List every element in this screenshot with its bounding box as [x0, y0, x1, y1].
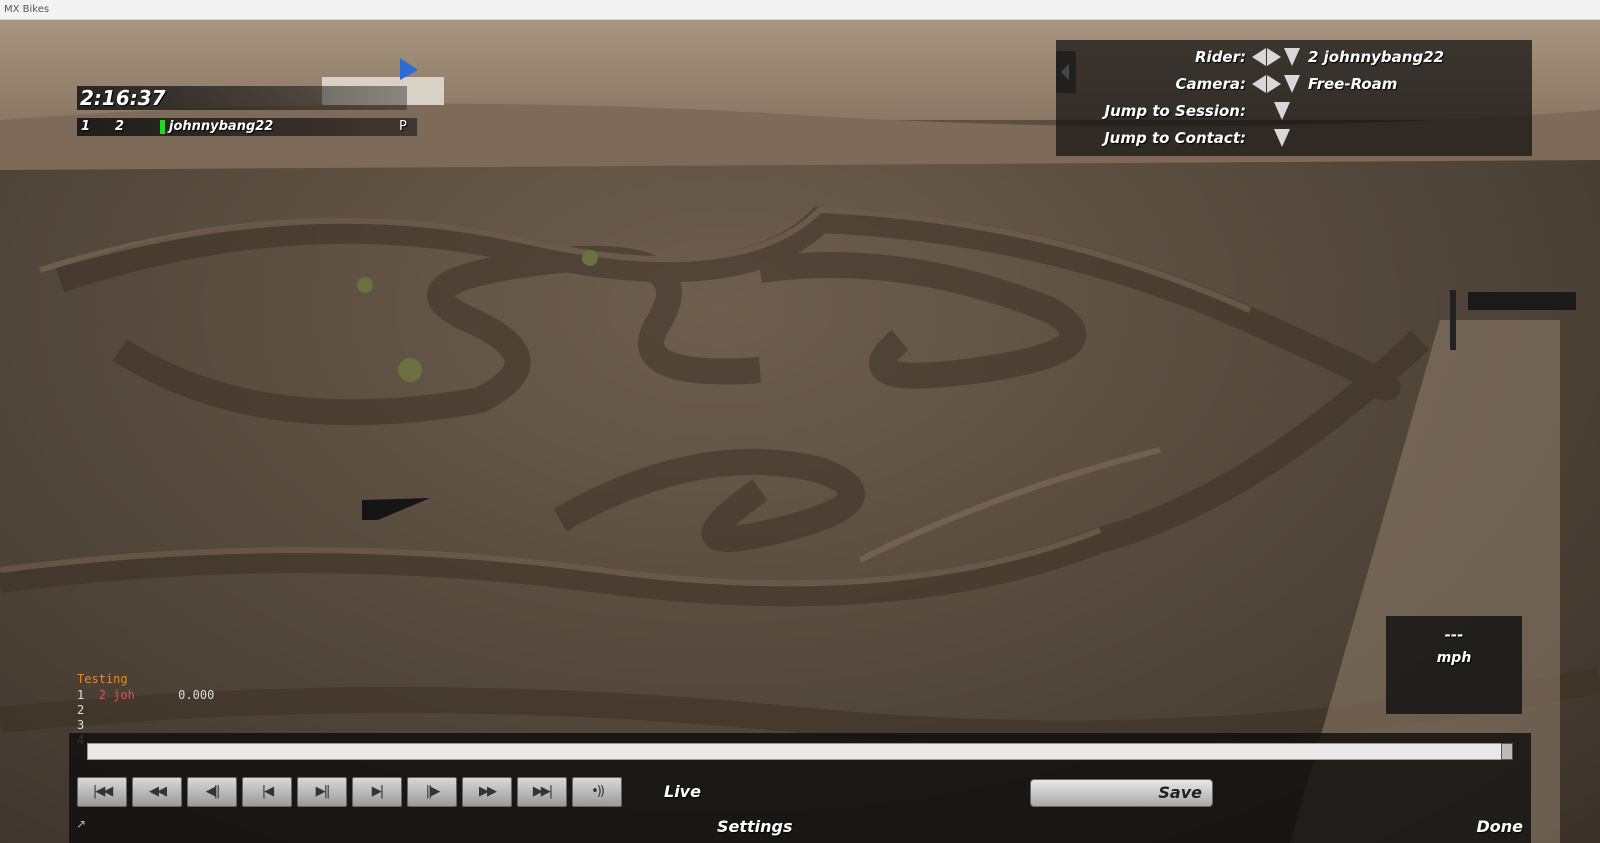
replay-controls-bar: |◀◀ ◀◀ ◀|| |◀ ▶|| ▶| ||▶ ▶▶ ▶▶| •)) Live Save Set…: [69, 733, 1531, 843]
rider-label: Rider:: [1195, 48, 1246, 66]
play-pause-button[interactable]: ▶||: [297, 777, 347, 807]
rider-next-arrow-icon[interactable]: [1267, 48, 1281, 66]
sound-button[interactable]: •)): [572, 777, 622, 807]
slow-forward-button[interactable]: ||▶: [407, 777, 457, 807]
replay-timeline-slider[interactable]: [87, 743, 1513, 760]
step-back-button[interactable]: |◀: [242, 777, 292, 807]
live-label: Live: [664, 782, 701, 801]
step-forward-button[interactable]: ▶|: [352, 777, 402, 807]
camera-prev-arrow-icon[interactable]: [1252, 75, 1266, 93]
skip-to-end-button[interactable]: ▶▶|: [517, 777, 567, 807]
timeline-handle[interactable]: [1501, 743, 1513, 760]
camera-value: Free-Roam: [1308, 75, 1398, 93]
skip-to-start-button[interactable]: |◀◀: [77, 777, 127, 807]
jump-contact-row: Jump to Contact:: [1056, 126, 1532, 150]
camera-controls: [1252, 75, 1301, 93]
standings-row: 2: [77, 703, 85, 717]
settings-button[interactable]: Settings: [717, 817, 793, 836]
rider-dropdown-arrow-icon[interactable]: [1284, 48, 1300, 66]
rewind-fast-button[interactable]: ◀◀: [132, 777, 182, 807]
jump-session-controls: [1272, 102, 1291, 120]
camera-next-arrow-icon[interactable]: [1267, 75, 1281, 93]
jump-contact-controls: [1272, 129, 1291, 147]
camera-label: Camera:: [1175, 75, 1246, 93]
speedometer: --- mph: [1386, 616, 1522, 714]
rider-prev-arrow-icon[interactable]: [1252, 48, 1266, 66]
replay-control-panel: Rider: 2 johnnybang22 Camera: Free-Roam …: [1056, 40, 1532, 156]
settings-small-icon: ↗: [76, 817, 87, 831]
rider-color-flag-icon: [160, 120, 165, 134]
leaderboard-row[interactable]: 1 2 johnnybang22 P: [77, 118, 417, 136]
leader-name: johnnybang22: [169, 119, 274, 134]
leader-number: 2: [115, 119, 125, 134]
window-title: MX Bikes: [4, 4, 50, 15]
standings-row: 3: [77, 718, 85, 732]
rider-value: 2 johnnybang22: [1308, 48, 1445, 66]
camera-dropdown-arrow-icon[interactable]: [1284, 75, 1300, 93]
camera-row: Camera: Free-Roam: [1056, 72, 1532, 96]
rewind-button[interactable]: ◀||: [187, 777, 237, 807]
jump-contact-label: Jump to Contact:: [1104, 129, 1246, 147]
standings-row: 1 2 joh 0.000: [77, 688, 215, 702]
speed-value: ---: [1444, 626, 1464, 644]
window-titlebar: MX Bikes: [0, 0, 1600, 20]
jump-session-label: Jump to Session:: [1104, 102, 1246, 120]
session-name: Testing: [77, 672, 128, 686]
leader-status: P: [399, 119, 407, 134]
track-viewport[interactable]: 2:16:37 1 2 johnnybang22 P Rider: 2 john…: [0, 20, 1600, 843]
save-button[interactable]: Save: [1030, 779, 1213, 807]
jump-session-row: Jump to Session:: [1056, 99, 1532, 123]
jump-session-dropdown-arrow-icon[interactable]: [1274, 102, 1290, 120]
speed-unit: mph: [1436, 650, 1472, 666]
rider-controls: [1252, 48, 1301, 66]
jump-contact-dropdown-arrow-icon[interactable]: [1274, 129, 1290, 147]
session-timer: 2:16:37: [77, 86, 407, 110]
rider-row: Rider: 2 johnnybang22: [1056, 45, 1532, 69]
done-button[interactable]: Done: [1476, 817, 1523, 836]
fast-forward-button[interactable]: ▶▶: [462, 777, 512, 807]
leader-position: 1: [81, 119, 91, 134]
